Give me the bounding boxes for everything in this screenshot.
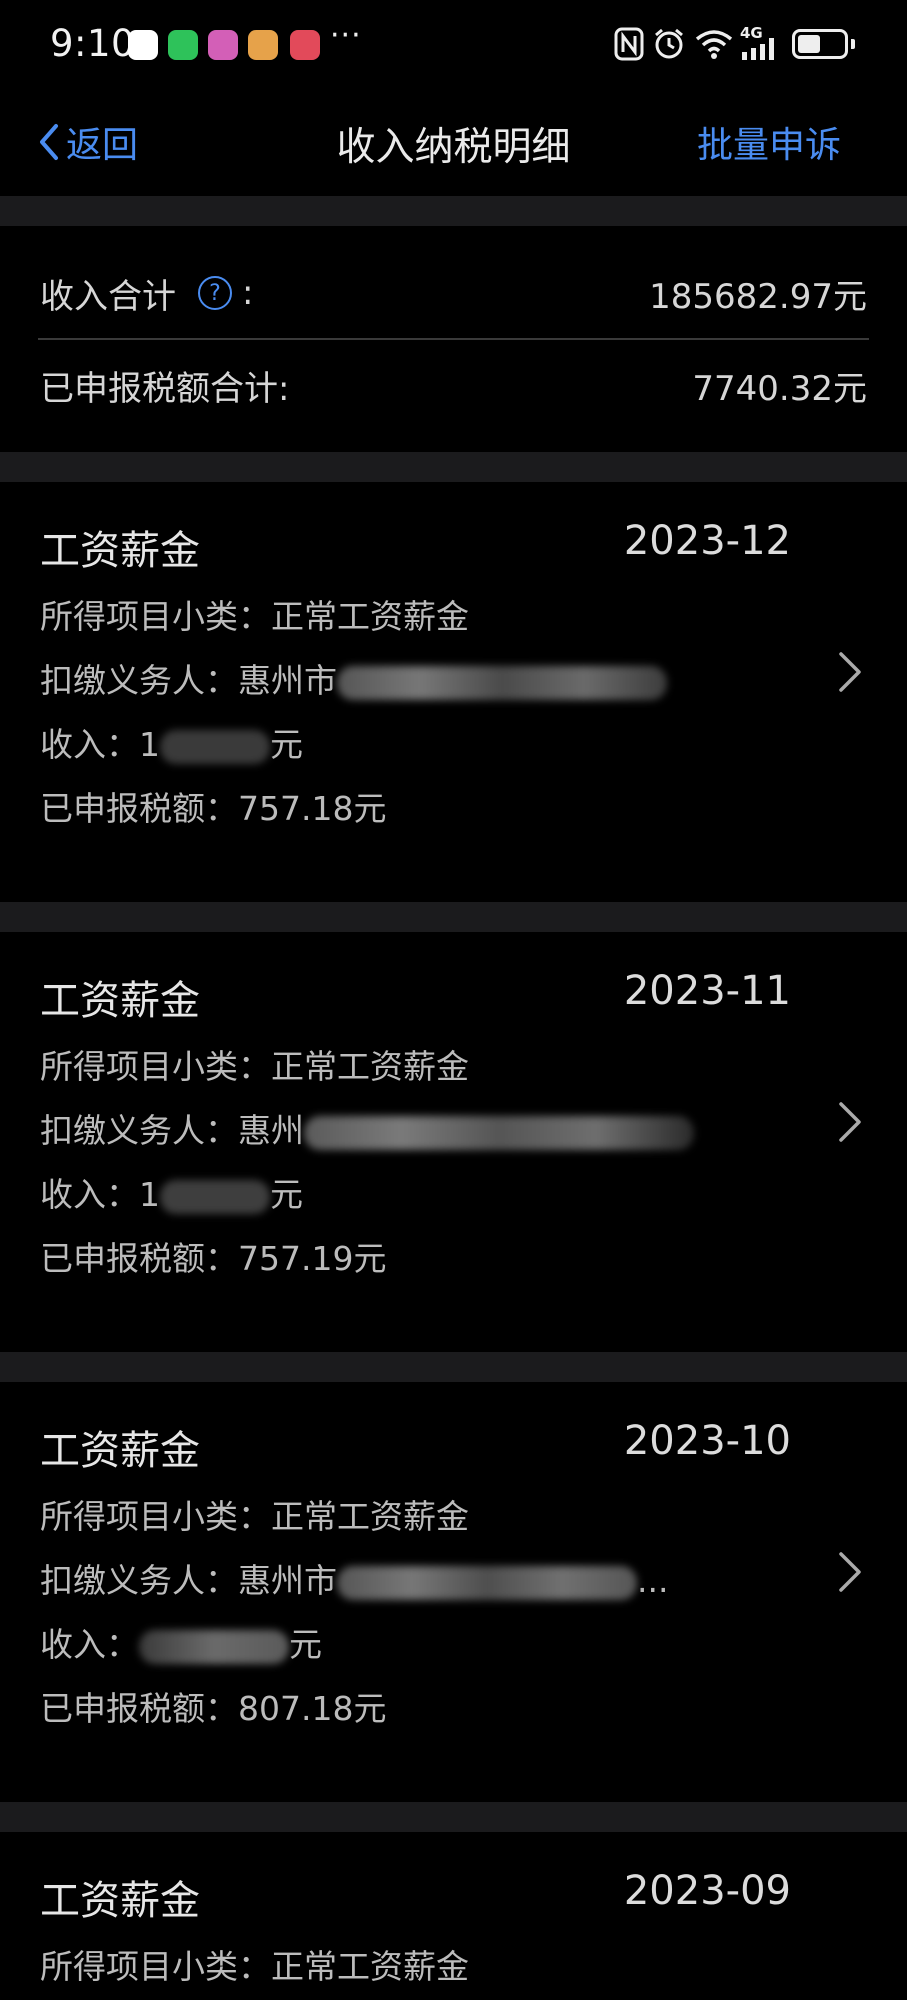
income-total-row: 收入合计 ? : 185682.97元 — [40, 248, 867, 338]
record-title: 工资薪金 — [40, 978, 200, 1024]
record-subcategory: 所得项目小类：正常工资薪金 — [40, 597, 469, 636]
income-record-card[interactable]: 工资薪金 2023-12 所得项目小类：正常工资薪金 扣缴义务人：惠州市 收入：… — [0, 482, 907, 902]
record-payer: 扣缴义务人：惠州 — [40, 1104, 694, 1152]
alarm-icon — [655, 28, 683, 59]
redacted-payer — [337, 1565, 637, 1600]
record-payer: 扣缴义务人：惠州市... — [40, 1561, 669, 1600]
income-record-card[interactable]: 工资薪金 2023-11 所得项目小类：正常工资薪金 扣缴义务人：惠州 收入：1… — [0, 932, 907, 1352]
redacted-income — [139, 1629, 289, 1664]
wifi-icon — [695, 30, 733, 59]
nav-bar: 返回 收入纳税明细 批量申诉 — [0, 88, 907, 196]
summary-panel: 收入合计 ? : 185682.97元 已申报税额合计: 7740.32元 — [0, 226, 907, 452]
record-subcategory: 所得项目小类：正常工资薪金 — [40, 1047, 469, 1086]
income-total-value: 185682.97元 — [649, 276, 867, 317]
tax-total-label: 已申报税额合计: — [40, 368, 290, 409]
record-payer: 扣缴义务人：惠州市 — [40, 654, 667, 702]
chevron-right-icon — [839, 1102, 861, 1142]
section-divider — [0, 902, 907, 932]
tax-total-row: 已申报税额合计: 7740.32元 — [40, 340, 867, 430]
battery-tip — [851, 39, 855, 49]
record-subcategory: 所得项目小类：正常工资薪金 — [40, 1947, 469, 1986]
tax-total-value: 7740.32元 — [692, 368, 867, 409]
battery-icon — [792, 29, 848, 59]
record-income: 收入：1 元 — [40, 1175, 303, 1214]
record-subcategory: 所得项目小类：正常工资薪金 — [40, 1497, 469, 1536]
record-date: 2023-09 — [623, 1868, 791, 1914]
record-tax: 已申报税额：757.18元 — [40, 789, 387, 828]
chevron-right-icon — [839, 652, 861, 692]
record-date: 2023-10 — [623, 1418, 791, 1464]
record-income: 收入：元 — [40, 1625, 322, 1664]
bilibili-app-icon — [208, 30, 238, 60]
chevron-right-icon — [839, 1552, 861, 1592]
nfc-icon — [614, 27, 644, 61]
record-date: 2023-11 — [623, 968, 791, 1014]
section-divider — [0, 452, 907, 482]
record-title: 工资薪金 — [40, 528, 200, 574]
help-icon[interactable]: ? — [198, 276, 232, 310]
wechat-app-icon — [168, 30, 198, 60]
income-total-label: 收入合计 — [40, 276, 176, 317]
redacted-payer — [304, 1115, 694, 1150]
redacted-payer — [337, 665, 667, 700]
signal-icon — [742, 38, 774, 60]
record-title: 工资薪金 — [40, 1428, 200, 1474]
redacted-income — [160, 1179, 270, 1214]
record-title: 工资薪金 — [40, 1878, 200, 1924]
income-record-card[interactable]: 工资薪金 2023-10 所得项目小类：正常工资薪金 扣缴义务人：惠州市... … — [0, 1382, 907, 1802]
income-total-colon: : — [242, 273, 254, 313]
batch-appeal-button[interactable]: 批量申诉 — [697, 116, 841, 168]
income-record-card[interactable]: 工资薪金 2023-09 所得项目小类：正常工资薪金 — [0, 1832, 907, 2000]
section-divider — [0, 196, 907, 226]
section-divider — [0, 1352, 907, 1382]
status-time: 9:10 — [50, 22, 136, 65]
qq-app-icon — [128, 30, 158, 60]
section-divider — [0, 1802, 907, 1832]
record-tax: 已申报税额：807.18元 — [40, 1689, 387, 1728]
redacted-income — [160, 729, 270, 764]
more-notifications-icon: ··· — [330, 18, 362, 53]
record-date: 2023-12 — [623, 518, 791, 564]
red-app-icon — [290, 30, 320, 60]
record-income: 收入：1 元 — [40, 725, 303, 764]
record-tax: 已申报税额：757.19元 — [40, 1239, 387, 1278]
status-bar: 9:10 ··· 4G — [0, 0, 907, 88]
game-app-icon — [248, 30, 278, 60]
